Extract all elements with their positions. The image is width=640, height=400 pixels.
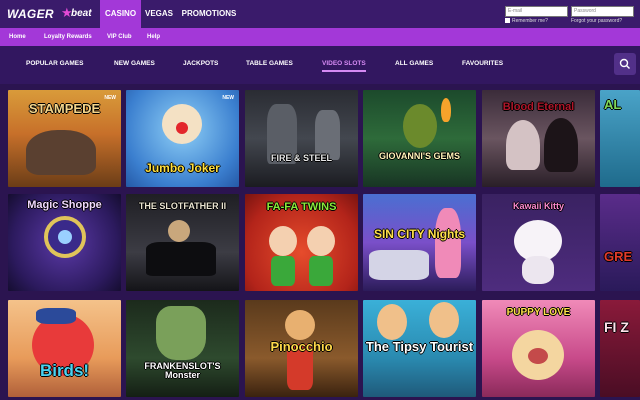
game-title: PUPPY LOVE [506,307,571,318]
game-tile-birds[interactable]: Birds! [8,300,121,397]
logo-accent-text: beat [71,8,92,19]
category-favourites[interactable]: FAVOURITES [462,60,503,67]
remember-me[interactable]: Remember me? [505,18,548,24]
category-jackpots[interactable]: JACKPOTS [183,60,218,67]
game-tile-blood-eternal[interactable]: Blood Eternal [482,90,595,187]
search-button[interactable] [614,53,636,75]
game-title: GIOVANNI'S GEMS [379,151,460,161]
game-title: FI Z [604,319,629,335]
category-bar: POPULAR GAMES NEW GAMES JACKPOTS TABLE G… [0,46,640,84]
game-tile-slotfather-ii[interactable]: THE SLOTFATHER II [126,194,239,291]
game-tile-giovannis-gems[interactable]: GIOVANNI'S GEMS [363,90,476,187]
game-title: SIN CITY Nights [373,227,466,241]
top-bar: WAGER ★ beat CASINO VEGAS PROMOTIONS E-m… [0,0,640,28]
nav-promotions[interactable]: PROMOTIONS [177,0,241,28]
game-tile-jumbo-joker[interactable]: Jumbo Joker NEW [126,90,239,187]
game-title: The Tipsy Tourist [365,339,474,354]
game-title: Pinocchio [270,339,333,354]
game-title: AL [604,97,622,112]
password-field[interactable]: Password [571,6,634,17]
game-tile-partial-3[interactable]: FI Z [600,300,640,397]
forgot-password-link[interactable]: Forgot your password? [571,18,622,24]
game-tile-pinocchio[interactable]: Pinocchio [245,300,358,397]
category-all-games[interactable]: ALL GAMES [395,60,433,67]
game-tile-sin-city-nights[interactable]: SIN CITY Nights [363,194,476,291]
game-tile-kawaii-kitty[interactable]: Kawaii Kitty [482,194,595,291]
subnav-help[interactable]: Help [147,28,160,46]
game-tile-fa-fa-twins[interactable]: FA-FA TWINS [245,194,358,291]
category-popular-games[interactable]: POPULAR GAMES [26,60,83,67]
game-tile-puppy-love[interactable]: PUPPY LOVE [482,300,595,397]
game-tile-stampede[interactable]: STAMPEDE NEW [8,90,121,187]
game-title: Jumbo Joker [145,161,220,175]
nav-casino[interactable]: CASINO [100,0,141,28]
game-tile-partial-2[interactable]: GRE [600,194,640,291]
category-new-games[interactable]: NEW GAMES [114,60,155,67]
email-field[interactable]: E-mail [505,6,568,17]
remember-label: Remember me? [512,18,548,24]
game-title: Birds! [39,361,90,380]
game-title: GRE [604,249,633,264]
game-title: STAMPEDE [28,101,101,116]
game-title: Blood Eternal [502,101,575,113]
game-title: Kawaii Kitty [512,201,564,211]
logo-main-text: WAGER [7,7,54,21]
game-tile-frankenslots-monster[interactable]: FRANKENSLOT'S Monster [126,300,239,397]
game-tile-fire-and-steel[interactable]: FIRE & STEEL [245,90,358,187]
remember-checkbox[interactable] [505,18,510,24]
subnav-home[interactable]: Home [9,28,26,46]
game-tile-partial-1[interactable]: AL [600,90,640,187]
subnav-loyalty-rewards[interactable]: Loyalty Rewards [44,28,92,46]
search-icon [619,58,630,69]
game-title: Magic Shoppe [27,199,102,211]
nav-vegas[interactable]: VEGAS [141,0,177,28]
game-grid: STAMPEDE NEW Jumbo Joker NEW FIRE & STEE… [0,84,640,400]
game-title: FRANKENSLOT'S Monster [144,361,221,380]
subnav-vip-club[interactable]: VIP Club [107,28,132,46]
new-badge: NEW [222,95,234,101]
game-title: FIRE & STEEL [270,153,332,163]
new-badge: NEW [104,95,116,101]
sub-nav: Home Loyalty Rewards VIP Club Help [0,28,640,46]
category-video-slots[interactable]: VIDEO SLOTS [322,60,366,72]
category-table-games[interactable]: TABLE GAMES [246,60,293,67]
game-tile-the-tipsy-tourist[interactable]: The Tipsy Tourist [363,300,476,397]
game-tile-magic-shoppe[interactable]: Magic Shoppe [8,194,121,291]
game-title: THE SLOTFATHER II [138,201,227,211]
game-title: FA-FA TWINS [266,201,337,213]
